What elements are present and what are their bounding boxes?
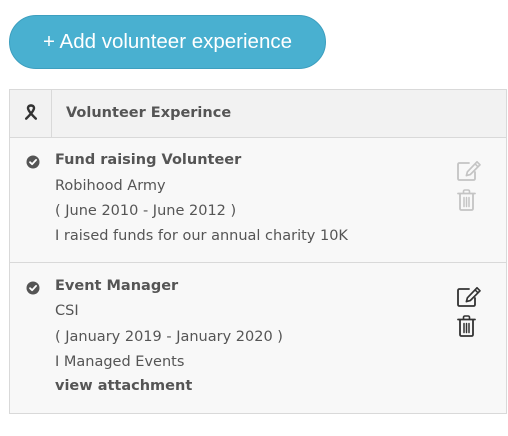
check-circle-icon [26,154,40,169]
table-row: Fund raising Volunteer Robihood Army ( J… [10,138,506,263]
trash-icon[interactable] [457,189,476,211]
experience-description: I Managed Events [55,354,185,370]
table-header-title: Volunteer Experince [66,105,232,121]
experience-period: ( January 2019 - January 2020 ) [55,329,283,345]
experience-period: ( June 2010 - June 2012 ) [55,203,237,219]
view-attachment-link[interactable]: view attachment [55,378,192,394]
check-circle-icon [26,280,40,295]
edit-icon[interactable] [456,286,482,308]
add-volunteer-experience-button[interactable]: + Add volunteer experience [9,15,326,69]
experience-role: Fund raising Volunteer [55,152,242,168]
experience-role: Event Manager [55,278,179,294]
ribbon-icon [24,103,38,124]
header-icon-cell [10,90,52,137]
volunteer-experience-panel: Volunteer Experince Fund raising Volunte… [9,89,507,414]
experience-organization: Robihood Army [55,178,166,194]
trash-icon[interactable] [457,315,476,337]
experience-description: I raised funds for our annual charity 10… [55,228,348,244]
table-row: Event Manager CSI ( January 2019 - Janua… [10,264,506,413]
edit-icon[interactable] [456,160,482,182]
experience-organization: CSI [55,303,79,319]
table-header: Volunteer Experince [10,90,506,138]
